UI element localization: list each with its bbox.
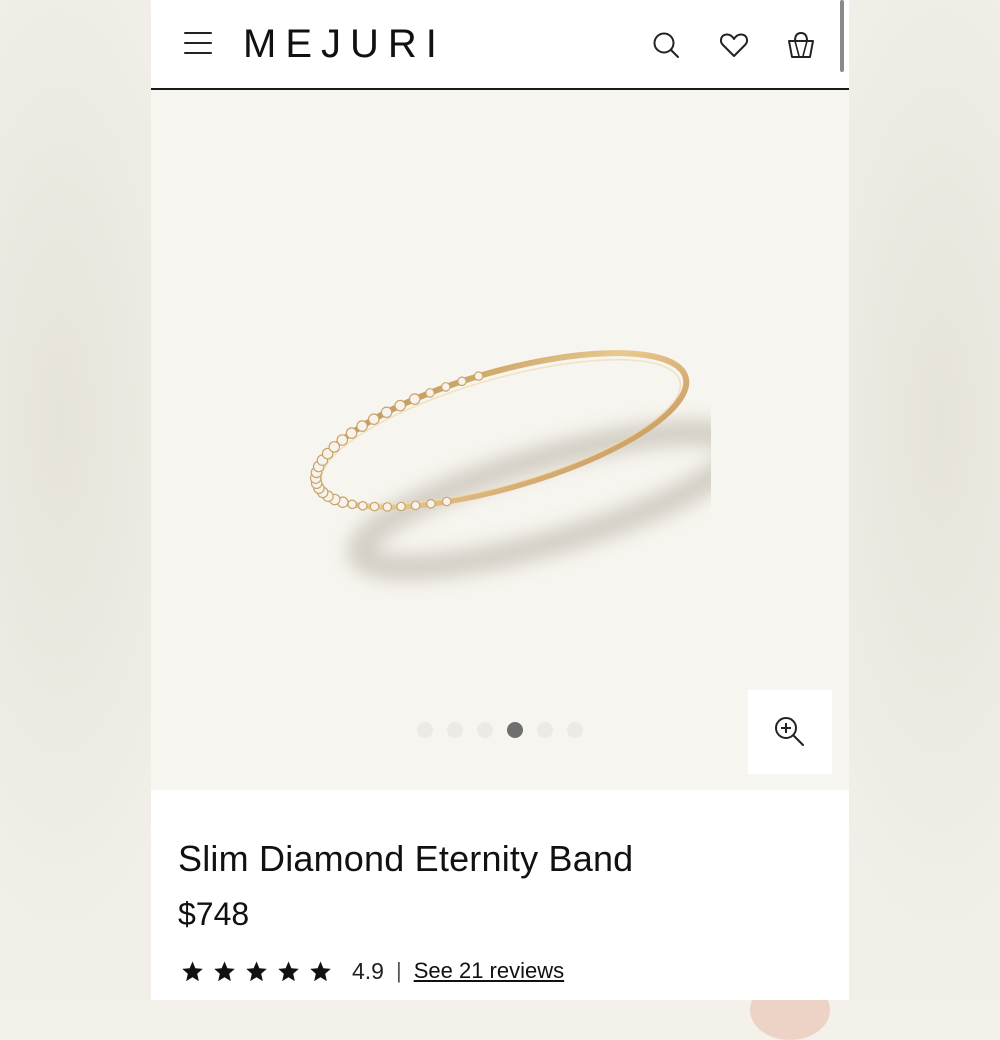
gallery-dot[interactable]: [567, 722, 583, 738]
product-price: $748: [178, 896, 250, 932]
diamond-stone: [358, 501, 368, 511]
diamond-stone: [345, 427, 358, 439]
diamond-stone: [394, 399, 406, 412]
diamond-stone: [441, 382, 451, 392]
hamburger-menu-icon[interactable]: [184, 32, 212, 54]
star-icon: [278, 960, 299, 981]
zoom-button[interactable]: [748, 690, 832, 774]
gallery-dot[interactable]: [417, 722, 433, 738]
brand-logo[interactable]: MEJURI: [243, 20, 446, 68]
rating-stars: [181, 960, 332, 983]
phone-screen: MEJURI Slim Diamond Eternity Band $748 4…: [151, 0, 849, 1000]
diamond-stone: [396, 501, 406, 512]
rating-row: 4.9 | See 21 reviews: [181, 956, 564, 986]
diamond-stone: [425, 388, 435, 398]
product-title: Slim Diamond Eternity Band: [178, 838, 634, 879]
search-icon[interactable]: [650, 29, 682, 61]
gallery-pagination: [417, 722, 583, 738]
diamond-stone: [380, 406, 393, 419]
gallery-dot[interactable]: [477, 722, 493, 738]
diamond-stone: [369, 501, 380, 512]
gallery-dot[interactable]: [507, 722, 523, 738]
shopping-bag-icon[interactable]: [785, 29, 817, 61]
rating-separator: |: [395, 958, 402, 983]
star-icon: [310, 960, 331, 981]
diamond-stone: [347, 499, 357, 510]
diamond-stone: [473, 371, 484, 381]
diamond-stone: [426, 499, 436, 509]
gallery-dot[interactable]: [447, 722, 463, 738]
star-icon: [182, 960, 203, 981]
star-icon: [214, 960, 235, 981]
diamond-stone: [457, 376, 467, 387]
diamond-stone: [441, 496, 452, 507]
diamond-stone: [410, 500, 421, 511]
product-info: Slim Diamond Eternity Band $748 4.9 | Se…: [151, 790, 849, 1000]
product-image: [309, 350, 711, 581]
site-header: MEJURI: [151, 0, 849, 90]
zoom-in-icon: [775, 717, 804, 746]
diamond-stone: [336, 434, 349, 446]
diamond-stone: [382, 502, 393, 512]
gallery-dot[interactable]: [537, 722, 553, 738]
diamond-stone: [408, 393, 421, 405]
star-icon: [246, 960, 267, 981]
diamond-stone: [356, 420, 368, 432]
scrollbar[interactable]: [840, 0, 844, 72]
diamond-stone: [368, 413, 380, 425]
see-reviews-link[interactable]: See 21 reviews: [414, 958, 564, 984]
heart-icon[interactable]: [718, 29, 750, 61]
rating-value: 4.9: [352, 957, 384, 984]
product-image-gallery[interactable]: [151, 90, 849, 790]
